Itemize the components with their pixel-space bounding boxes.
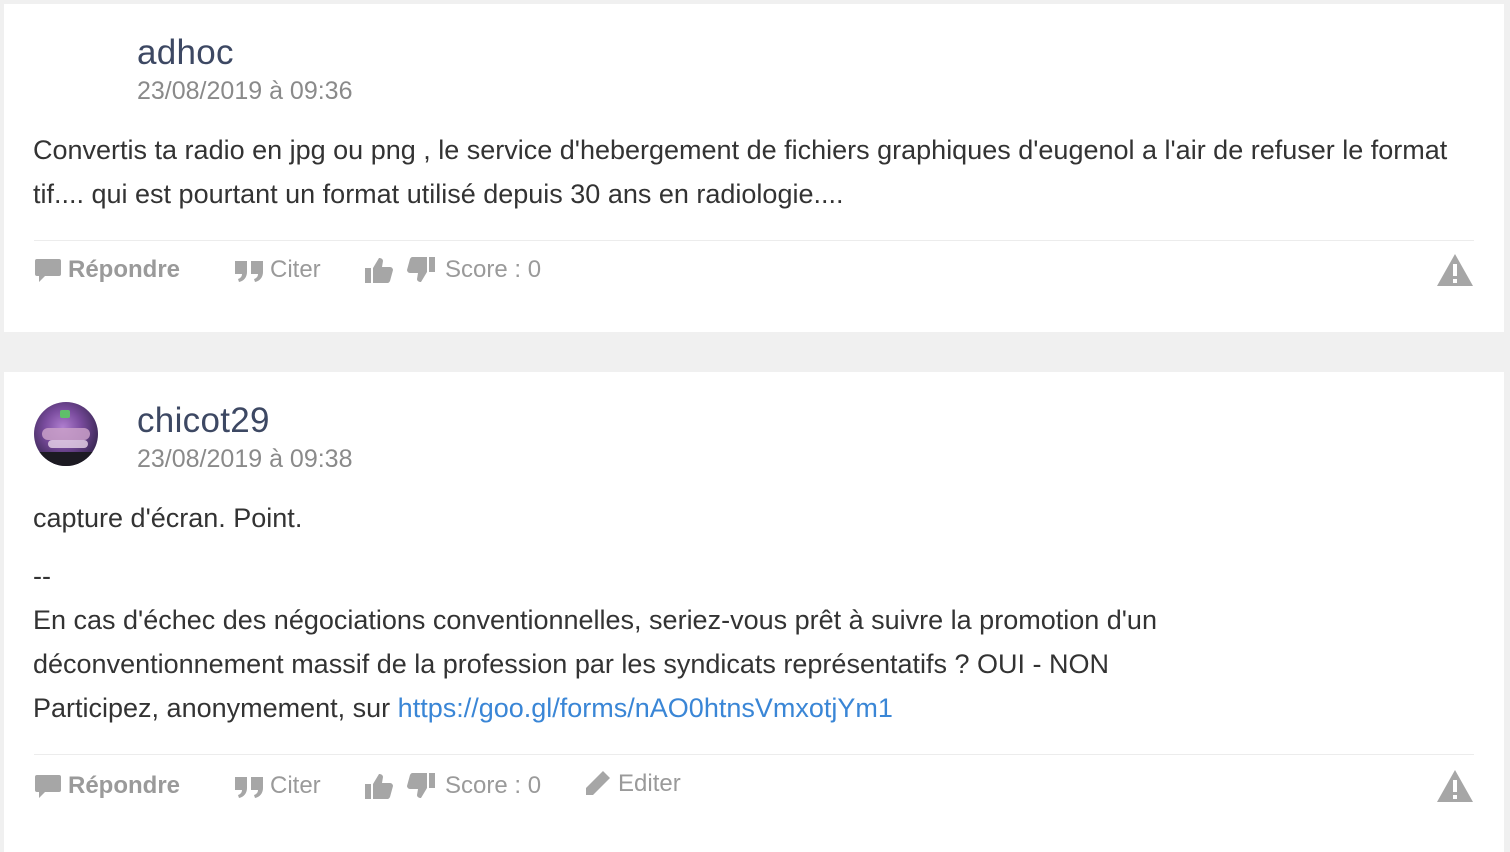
downvote-button[interactable] [406, 250, 436, 290]
score-value: Score : 0 [445, 256, 542, 283]
post-timestamp: 23/08/2019 à 09:38 [137, 445, 353, 473]
quote-label: Citer [270, 256, 321, 283]
edit-button[interactable]: Editer [582, 764, 681, 804]
quote-label: Citer [270, 772, 321, 799]
quote-icon [235, 261, 263, 282]
post-body: capture d'écran. Point. -- En cas d'éche… [33, 496, 1474, 730]
post-divider [34, 240, 1474, 241]
avatar-placeholder [34, 34, 98, 98]
upvote-button[interactable] [364, 250, 394, 290]
post-text: capture d'écran. Point. [33, 503, 303, 533]
post-divider [34, 754, 1474, 755]
upvote-button[interactable] [364, 766, 394, 806]
thumbs-up-icon [365, 258, 393, 283]
report-button[interactable] [1436, 766, 1474, 806]
score-value: Score : 0 [445, 772, 542, 799]
signature-cta-prefix: Participez, anonymement, sur [33, 693, 398, 723]
warning-icon [1437, 770, 1473, 802]
post-timestamp: 23/08/2019 à 09:36 [137, 77, 353, 105]
report-button[interactable] [1436, 250, 1474, 290]
post-author[interactable]: adhoc [137, 32, 234, 74]
downvote-button[interactable] [406, 766, 436, 806]
thumbs-down-icon [407, 257, 435, 282]
reply-button[interactable]: Répondre [34, 766, 180, 806]
post-author[interactable]: chicot29 [137, 400, 270, 442]
reply-label: Répondre [68, 772, 181, 799]
signature-text: En cas d'échec des négociations conventi… [33, 605, 1157, 679]
quote-button[interactable]: Citer [234, 250, 321, 290]
speech-bubble-icon [35, 775, 61, 798]
quote-button[interactable]: Citer [234, 766, 321, 806]
thumbs-up-icon [365, 774, 393, 799]
post-card: chicot29 23/08/2019 à 09:38 capture d'éc… [4, 372, 1504, 852]
post-actions: Répondre Citer Score : 0 [34, 250, 1474, 290]
signature-cta: Participez, anonymement, sur https://goo… [33, 686, 1474, 730]
reply-button[interactable]: Répondre [34, 250, 180, 290]
post-actions: Répondre Citer Score : 0 Editer [34, 766, 1474, 806]
signature-separator: -- [33, 561, 51, 591]
quote-icon [235, 777, 263, 798]
post-text: Convertis ta radio en jpg ou png , le se… [33, 135, 1448, 209]
signature-link[interactable]: https://goo.gl/forms/nAO0htnsVmxotjYm1 [398, 693, 893, 723]
avatar[interactable] [34, 402, 98, 466]
warning-icon [1437, 254, 1473, 286]
pencil-icon [584, 771, 610, 797]
reply-label: Répondre [68, 256, 181, 283]
edit-label: Editer [618, 770, 681, 797]
thumbs-down-icon [407, 773, 435, 798]
speech-bubble-icon [35, 259, 61, 282]
post-body: Convertis ta radio en jpg ou png , le se… [33, 128, 1474, 216]
post-card: adhoc 23/08/2019 à 09:36 Convertis ta ra… [4, 4, 1504, 332]
